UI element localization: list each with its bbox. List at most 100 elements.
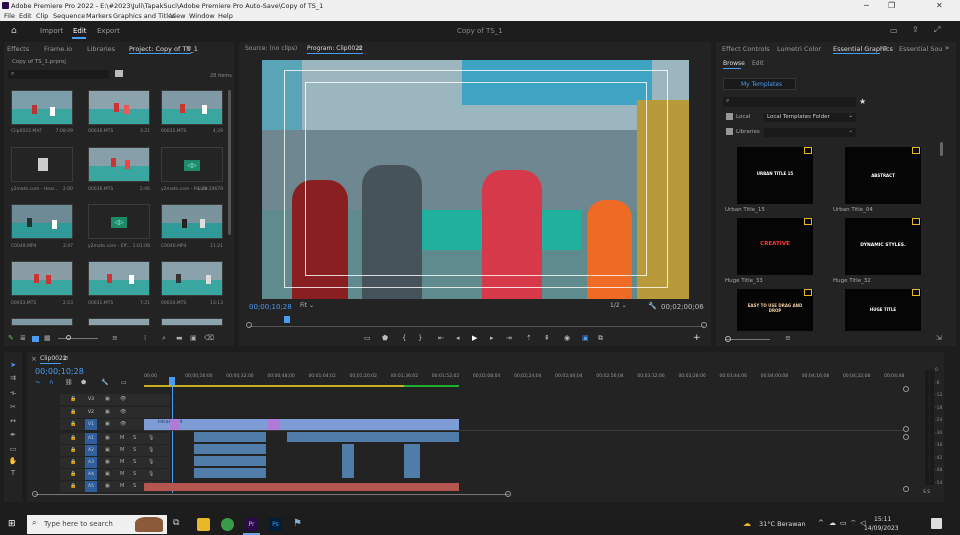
track-lock-icon[interactable]: 🔒 (70, 481, 76, 492)
project-search-input[interactable]: ⌕ (8, 70, 109, 79)
program-menu-icon[interactable]: ≡ (357, 44, 363, 52)
more-panels-icon[interactable]: » (945, 44, 949, 52)
track-lock-icon[interactable]: 🔒 (70, 469, 76, 480)
share-icon[interactable]: ⇪ (912, 25, 919, 34)
freeform-view-icon[interactable]: ▦ (44, 334, 51, 342)
audio-clip[interactable] (194, 468, 266, 478)
track-solo-icon[interactable]: S (133, 433, 136, 444)
tab-source[interactable]: Source: (no clips) (245, 45, 297, 52)
libraries-checkbox[interactable] (726, 128, 733, 135)
template-thumbnail[interactable]: CREATIVE (737, 218, 813, 275)
time-ruler[interactable]: 00;00 00;00;16;00 00;00;32;00 00;00;48;00 00… (144, 371, 904, 387)
trash-icon[interactable]: ⌫ (204, 334, 214, 342)
step-forward-icon[interactable]: ▸ (490, 334, 494, 342)
panel-menu-icon[interactable]: ≡ (186, 44, 192, 52)
track-header[interactable]: 🔒 A1 ▣ M S 🎙 (60, 433, 170, 444)
timeline-playhead-handle[interactable] (169, 377, 175, 385)
track-solo-icon[interactable]: S (133, 469, 136, 480)
timeline-timecode[interactable]: 00;00;10;28 (35, 367, 84, 376)
install-template-icon[interactable]: ⇲ (936, 334, 942, 342)
project-item-thumbnail[interactable] (11, 204, 73, 239)
template-thumbnail[interactable]: ABSTRACT (845, 147, 921, 204)
track-label[interactable]: A3 (85, 457, 97, 468)
sequence-menu-icon[interactable]: ≡ (63, 354, 69, 362)
project-item-thumbnail[interactable]: ◁▷ (88, 204, 150, 239)
menu-clip[interactable]: Clip (36, 12, 48, 20)
home-icon[interactable]: ⌂ (11, 26, 17, 36)
playhead-marker[interactable] (284, 316, 290, 323)
new-item-icon[interactable]: ▣ (190, 334, 197, 342)
menu-view[interactable]: View (170, 12, 185, 20)
photoshop-icon[interactable]: Ps (269, 518, 282, 531)
track-mute-icon[interactable]: M (120, 445, 124, 456)
track-visibility-icon[interactable]: 👁 (120, 407, 126, 418)
project-item-thumbnail[interactable] (88, 147, 150, 182)
icon-view-icon[interactable] (32, 336, 39, 342)
add-marker-icon[interactable]: ⬟ (81, 379, 86, 386)
track-label[interactable]: V3 (85, 394, 97, 405)
audio-clip[interactable] (287, 432, 459, 442)
resolution-dropdown[interactable]: 1/2 ⌄ (610, 302, 640, 311)
track-lock-icon[interactable]: 🔒 (70, 394, 76, 405)
file-explorer-icon[interactable] (197, 518, 210, 531)
windows-start-icon[interactable]: ⊞ (8, 519, 16, 529)
subtab-edit[interactable]: Edit (752, 60, 764, 67)
track-lock-icon[interactable]: 🔒 (70, 445, 76, 456)
track-sync-lock-icon[interactable]: ▣ (105, 407, 110, 418)
microphone-icon[interactable]: 🎙 (148, 433, 154, 444)
audio-clip[interactable] (404, 444, 420, 478)
add-button-icon[interactable]: + (693, 333, 701, 343)
scrubber-start-handle[interactable] (246, 322, 252, 328)
tab-lumetri-color[interactable]: Lumetri Color (777, 45, 821, 53)
templates-scrollbar[interactable] (940, 142, 943, 156)
microphone-icon[interactable]: 🎙 (148, 457, 154, 468)
track-header[interactable]: 🔒 A2 ▣ M S 🎙 (60, 445, 170, 456)
microphone-icon[interactable]: 🎙 (148, 445, 154, 456)
task-view-icon[interactable]: ⧉ (173, 518, 186, 531)
find-icon[interactable]: ⌕ (162, 334, 166, 343)
vertical-scroll-handle[interactable] (903, 486, 909, 492)
subtab-browse[interactable]: Browse (723, 60, 745, 67)
favorites-star-icon[interactable]: ★ (859, 97, 866, 106)
display-icon[interactable]: ▭ (840, 519, 847, 527)
project-item-thumbnail[interactable] (88, 318, 150, 326)
fullscreen-icon[interactable]: ⤢ (934, 25, 940, 35)
project-item-thumbnail[interactable] (161, 90, 223, 125)
track-header[interactable]: 🔒 V2 ▣ 👁 (60, 406, 170, 418)
clock-time[interactable]: 15:11 (874, 516, 891, 523)
project-item-thumbnail[interactable] (11, 147, 73, 182)
track-sync-lock-icon[interactable]: ▣ (105, 419, 110, 430)
tab-libraries[interactable]: Libraries (87, 45, 115, 53)
track-sync-lock-icon[interactable]: ▣ (105, 469, 110, 480)
sort-icon[interactable]: ≡ (112, 334, 118, 342)
close-icon[interactable]: ✕ (936, 1, 943, 10)
track-solo-icon[interactable]: S (133, 445, 136, 456)
timeline-settings-icon[interactable]: 🔧 (101, 379, 108, 386)
tab-essential-sound[interactable]: Essential Sou (899, 45, 942, 53)
menu-graphics[interactable]: Graphics and Titles (113, 12, 175, 20)
thumbnail-size-slider[interactable] (726, 339, 770, 340)
timeline-horizontal-scrollbar[interactable] (35, 494, 509, 495)
microphone-icon[interactable]: 🎙 (148, 469, 154, 480)
linked-selection-icon[interactable]: ⛓ (65, 379, 73, 386)
view-options-icon[interactable]: ≡ (785, 334, 791, 342)
scrubber-end-handle[interactable] (701, 322, 707, 328)
track-label[interactable]: A2 (85, 445, 97, 456)
lift-icon[interactable]: ⇡ (526, 334, 532, 342)
vertical-scroll-handle[interactable] (903, 386, 909, 392)
template-search-input[interactable]: ⌕ (723, 97, 856, 107)
audio-clip[interactable] (342, 444, 354, 478)
app-icon[interactable]: ⚑ (293, 518, 306, 531)
notifications-icon[interactable] (931, 518, 942, 529)
chrome-icon[interactable] (221, 518, 234, 531)
project-item-thumbnail[interactable] (161, 261, 223, 296)
menu-window[interactable]: Window (189, 12, 215, 20)
track-label[interactable]: A5 (85, 481, 97, 492)
hand-tool-icon[interactable]: ✋ (8, 457, 18, 465)
track-sync-lock-icon[interactable]: ▣ (105, 445, 110, 456)
zoom-slider[interactable] (58, 338, 98, 339)
export-frame-icon[interactable]: ◉ (564, 334, 570, 342)
onedrive-icon[interactable]: ☁ (829, 519, 836, 527)
audio-clip[interactable] (194, 432, 266, 442)
track-mute-icon[interactable]: M (120, 481, 124, 492)
